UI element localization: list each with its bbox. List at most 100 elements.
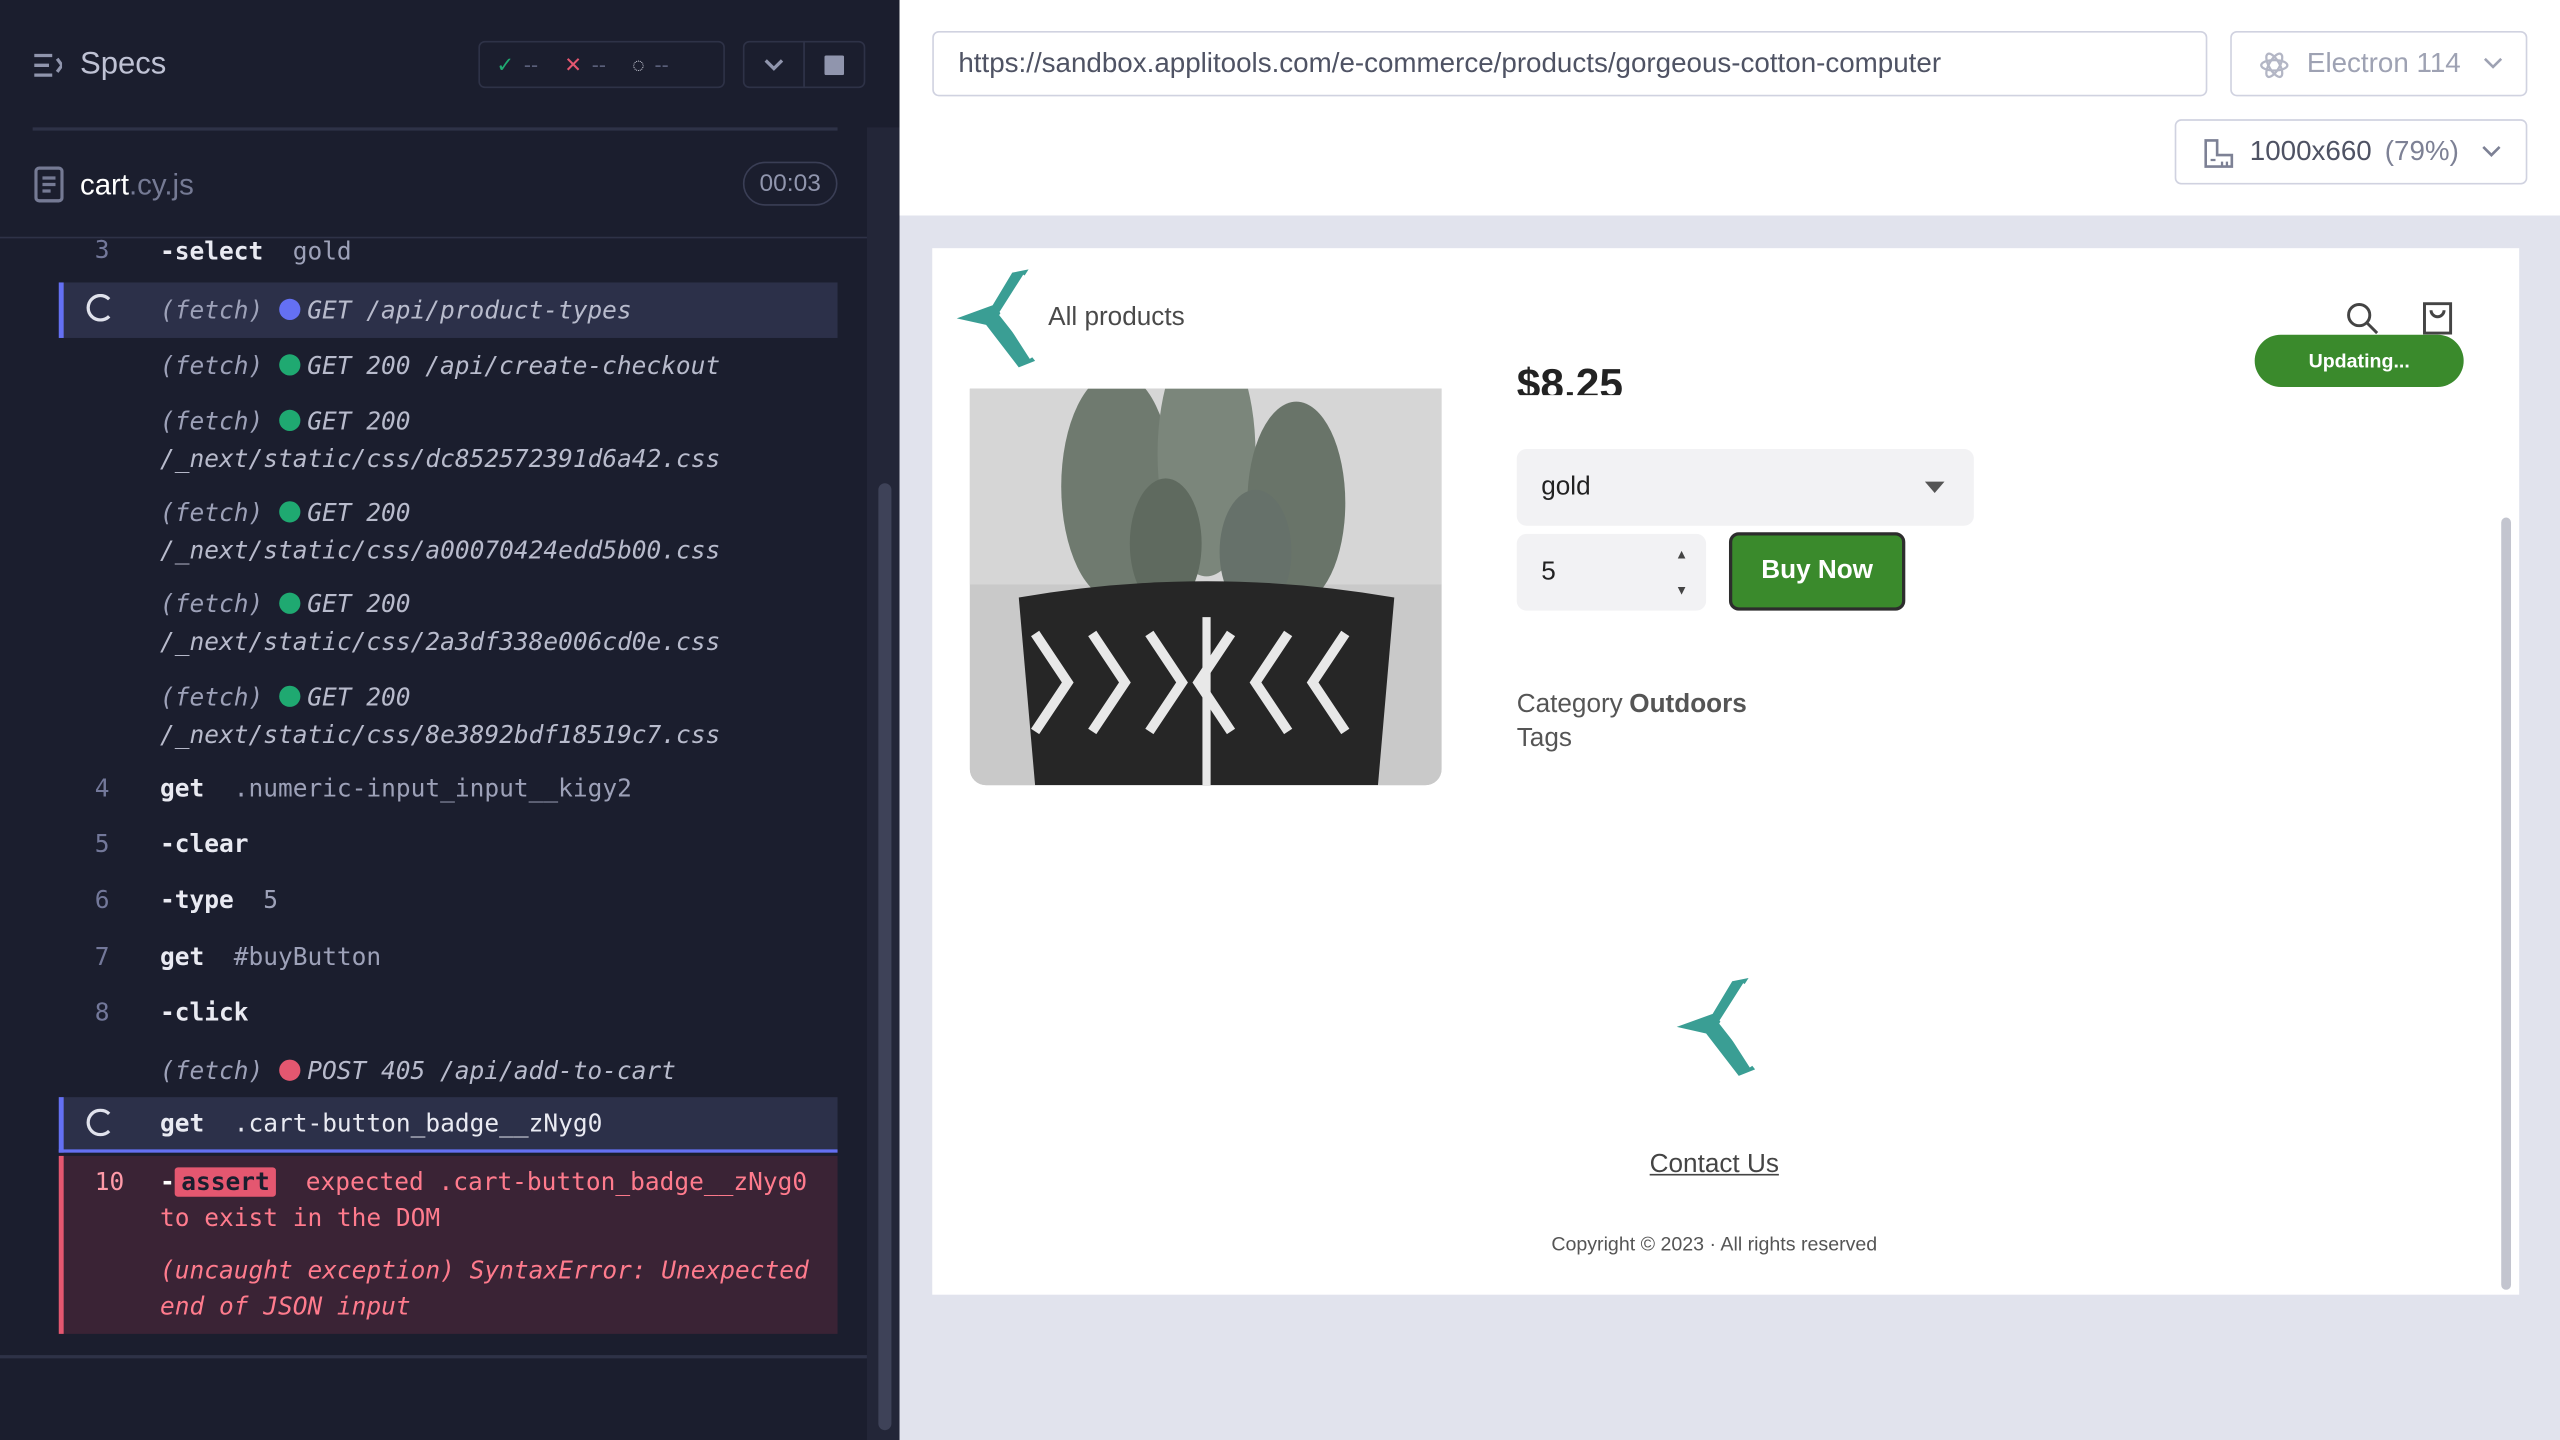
- command-name: -click: [159, 997, 249, 1027]
- ruler-icon: [2204, 139, 2234, 168]
- command-row[interactable]: 3 -select gold: [59, 229, 838, 275]
- fetch-method: GET 200: [307, 406, 411, 436]
- fetch-method: GET 200: [307, 589, 411, 619]
- fetch-path: /_next/static/css/2a3df338e006cd0e.css: [159, 626, 721, 657]
- command-number: 6: [94, 884, 110, 915]
- fetch-method: GET 200 /api/create-checkout: [307, 351, 721, 381]
- spec-file-ext: .cy.js: [129, 168, 194, 201]
- command-number: 7: [94, 942, 110, 972]
- assertion-error-block[interactable]: 10 - assert expected .cart-button_badge__…: [58, 1155, 838, 1334]
- url-bar[interactable]: https://sandbox.applitools.com/e-commerc…: [932, 31, 2208, 97]
- aut-iframe: All products Updating... $8.25 gold 5 ▲ …: [932, 248, 2520, 1295]
- quantity-stepper[interactable]: 5 ▲ ▼: [1516, 533, 1707, 611]
- browser-selector[interactable]: Electron 114: [2230, 31, 2528, 97]
- command-arg: gold: [292, 236, 352, 267]
- product-category: Category Outdoors: [1517, 691, 1747, 720]
- pending-icon: ◌: [632, 52, 645, 77]
- command-row[interactable]: (fetch) GET 200 /api/create-checkout: [59, 346, 838, 392]
- command-name: -clear: [159, 829, 249, 859]
- fetch-prefix: (fetch): [159, 589, 264, 619]
- search-icon[interactable]: [2346, 302, 2379, 335]
- app-preview-panel: https://sandbox.applitools.com/e-commerc…: [899, 0, 2560, 1440]
- command-row[interactable]: (fetch) GET 200 /_next/static/css/8e3892b…: [59, 678, 838, 760]
- quantity-value: 5: [1541, 558, 1556, 587]
- failed-icon: ✕: [564, 51, 583, 76]
- command-name: -type: [159, 884, 234, 915]
- success-dot-icon: [279, 501, 301, 523]
- command-name: get: [159, 773, 205, 804]
- decrement-arrow-icon[interactable]: ▼: [1675, 583, 1688, 599]
- command-row-active[interactable]: (fetch) GET /api/product-types: [58, 282, 838, 338]
- command-row[interactable]: 6 -type 5: [59, 878, 838, 924]
- command-row[interactable]: 5 -clear: [59, 823, 838, 869]
- command-row-active[interactable]: get .cart-button_badge__zNyg0: [58, 1097, 838, 1153]
- chevron-down-icon: [2482, 146, 2501, 157]
- reporter-scrollbar-thumb[interactable]: [878, 483, 892, 1431]
- fetch-prefix: (fetch): [159, 295, 264, 325]
- fetch-prefix: (fetch): [159, 682, 264, 712]
- command-arg: .numeric-input_input__kigy2: [233, 773, 632, 804]
- viewport-selector[interactable]: 1000x660 (79%): [2174, 119, 2528, 185]
- loading-spinner-icon: [86, 293, 115, 322]
- command-number: 8: [94, 997, 110, 1027]
- command-row[interactable]: 7 get #buyButton: [59, 936, 838, 982]
- fetch-prefix: (fetch): [159, 1056, 264, 1086]
- cart-icon[interactable]: [2421, 300, 2454, 336]
- success-dot-icon: [279, 354, 301, 376]
- command-arg: #buyButton: [233, 942, 382, 972]
- fetch-method: GET 200: [307, 682, 411, 712]
- fetch-prefix: (fetch): [159, 406, 264, 436]
- product-image: [969, 388, 1442, 786]
- increment-arrow-icon[interactable]: ▲: [1675, 547, 1688, 563]
- fetch-path: /_next/static/css/dc852572391d6a42.css: [159, 444, 721, 474]
- specs-menu-icon[interactable]: [33, 51, 63, 80]
- pending-dot-icon: [279, 298, 301, 320]
- command-row[interactable]: 8 -click: [59, 991, 838, 1037]
- category-value[interactable]: Outdoors: [1629, 691, 1747, 719]
- fetch-path: /_next/static/css/8e3892bdf18519c7.css: [159, 719, 721, 750]
- command-arg: 5: [263, 884, 278, 915]
- pending-count: --: [654, 52, 669, 77]
- command-row[interactable]: (fetch) GET 200 /_next/static/css/dc85257…: [59, 402, 838, 484]
- nav-all-products[interactable]: All products: [1048, 304, 1184, 333]
- category-label: Category: [1516, 690, 1623, 719]
- variant-select[interactable]: gold: [1516, 448, 1974, 526]
- fetch-path: /_next/static/css/a00070424edd5b00.css: [159, 535, 721, 565]
- command-arg: .cart-button_badge__zNyg0: [233, 1108, 603, 1138]
- passed-icon: ✓: [496, 51, 515, 76]
- error-command-number: 10: [94, 1167, 125, 1197]
- buy-now-button[interactable]: Buy Now: [1728, 532, 1906, 611]
- spec-file-row[interactable]: cart.cy.js 00:03: [0, 131, 900, 239]
- command-name: get: [159, 1108, 205, 1138]
- specs-title[interactable]: Specs: [80, 47, 166, 83]
- error-message-line1: expected .cart-button_badge__zNyg0: [305, 1167, 808, 1197]
- success-dot-icon: [279, 409, 301, 432]
- assert-badge: assert: [174, 1167, 277, 1197]
- viewport-zoom: (79%): [2384, 135, 2459, 167]
- spec-file-name: cart.cy.js: [80, 168, 194, 202]
- run-timer: 00:03: [742, 161, 838, 206]
- aut-scrollbar[interactable]: [2501, 517, 2512, 1290]
- passed-count: --: [523, 52, 539, 77]
- command-row[interactable]: (fetch) POST 405 /api/add-to-cart: [59, 1050, 838, 1096]
- chevron-down-icon: [2483, 57, 2503, 69]
- electron-icon: [2260, 52, 2289, 79]
- stop-button[interactable]: [803, 40, 866, 89]
- error-dash: -: [159, 1167, 175, 1197]
- product-tags: Tags: [1516, 724, 1572, 753]
- command-row[interactable]: (fetch) GET 200 /_next/static/css/a000704…: [59, 493, 838, 575]
- copyright-text: Copyright © 2023 · All rights reserved: [1551, 1232, 1878, 1256]
- command-row[interactable]: 4 get .numeric-input_input__kigy2: [59, 767, 838, 813]
- chevron-down-icon: [764, 58, 784, 71]
- command-number: 5: [94, 829, 110, 859]
- contact-us-link[interactable]: Contact Us: [932, 1151, 2496, 1180]
- error-message-line2: to exist in the DOM: [159, 1203, 441, 1233]
- exception-line1: (uncaught exception) SyntaxError: Unexpe…: [159, 1255, 809, 1285]
- collapse-button[interactable]: [742, 40, 805, 89]
- success-dot-icon: [279, 592, 301, 614]
- caret-down-icon: [1924, 481, 1945, 494]
- command-row[interactable]: (fetch) GET 200 /_next/static/css/2a3df33…: [59, 584, 838, 666]
- brand-logo-icon[interactable]: [953, 266, 1038, 370]
- fetch-prefix: (fetch): [159, 351, 264, 381]
- reporter-footer-divider: [0, 1355, 867, 1359]
